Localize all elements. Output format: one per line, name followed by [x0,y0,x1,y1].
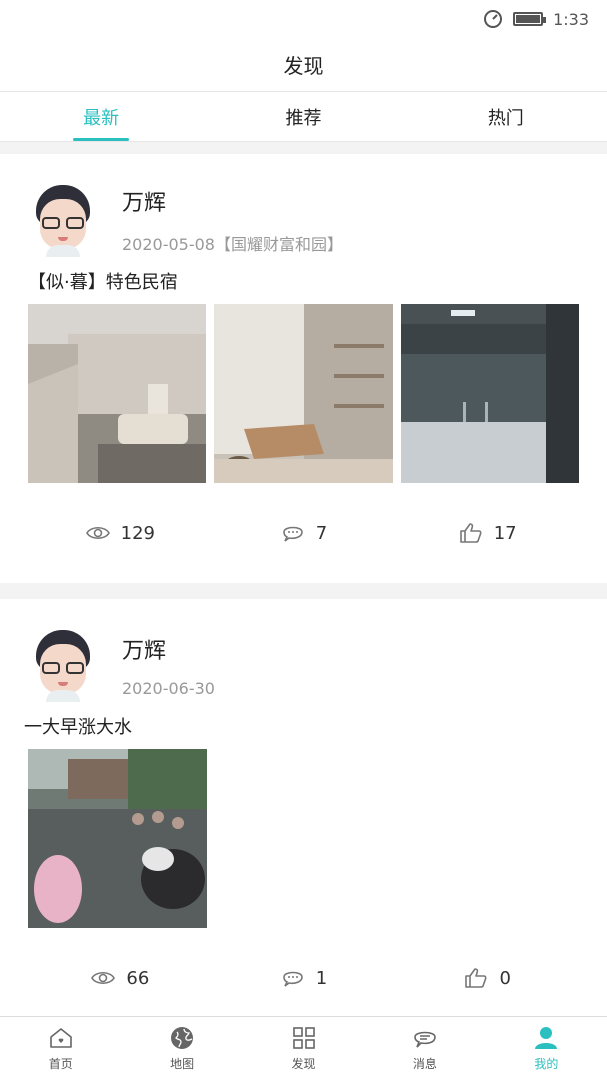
author-name[interactable]: 万辉 [122,633,215,665]
post-card[interactable]: 万辉 2020-06-30 一大早涨大水 66 1 0 [0,599,607,1028]
avatar[interactable] [32,628,94,702]
post-date: 2020-06-30 [122,678,215,698]
globe-icon [171,1027,194,1049]
post-text[interactable]: 【似·暮】特色民宿 [28,264,579,304]
eye-icon [85,526,110,540]
bottom-nav: 首页 地图 发现 消息 我的 [0,1016,607,1080]
like-button[interactable]: 0 [395,965,579,991]
status-time: 1:33 [553,9,589,29]
post-photo[interactable] [214,304,393,483]
eye-icon [91,971,116,985]
view-count[interactable]: 129 [28,520,212,546]
post-date: 2020-05-08【国耀财富和园】 [122,235,343,254]
tab-recommended[interactable]: 推荐 [202,92,404,141]
tab-latest[interactable]: 最新 [0,92,202,141]
nav-home[interactable]: 首页 [0,1017,121,1080]
thumbs-up-icon [465,968,487,988]
user-icon [535,1027,558,1049]
comment-icon [282,526,303,542]
like-button[interactable]: 17 [395,520,579,546]
battery-icon [513,12,547,26]
nav-messages[interactable]: 消息 [364,1017,485,1080]
post-text[interactable]: 一大早涨大水 [24,709,579,749]
post-photo[interactable] [28,304,207,483]
post-card[interactable]: 万辉 2020-05-08【国耀财富和园】 【似·暮】特色民宿 129 7 17 [0,154,607,583]
page-title: 发现 [0,38,607,92]
comment-button[interactable]: 1 [212,965,396,991]
post-photo[interactable] [400,304,579,483]
tab-popular[interactable]: 热门 [405,92,607,141]
author-name[interactable]: 万辉 [122,185,343,217]
nav-map[interactable]: 地图 [121,1017,242,1080]
speedometer-icon [484,10,503,28]
tab-bar: 最新 推荐 热门 [0,92,607,142]
status-bar: 1:33 [0,0,607,38]
comment-icon [282,971,303,987]
view-count[interactable]: 66 [28,965,212,991]
comment-button[interactable]: 7 [212,520,396,546]
thumbs-up-icon [459,523,482,543]
nav-profile[interactable]: 我的 [486,1017,607,1080]
message-icon [414,1031,436,1048]
post-photo[interactable] [28,749,207,928]
avatar[interactable] [32,183,94,257]
feed-list: 万辉 2020-05-08【国耀财富和园】 【似·暮】特色民宿 129 7 17… [0,154,607,1044]
home-icon [49,1028,72,1048]
grid-icon [292,1027,315,1049]
nav-discover[interactable]: 发现 [243,1017,364,1080]
